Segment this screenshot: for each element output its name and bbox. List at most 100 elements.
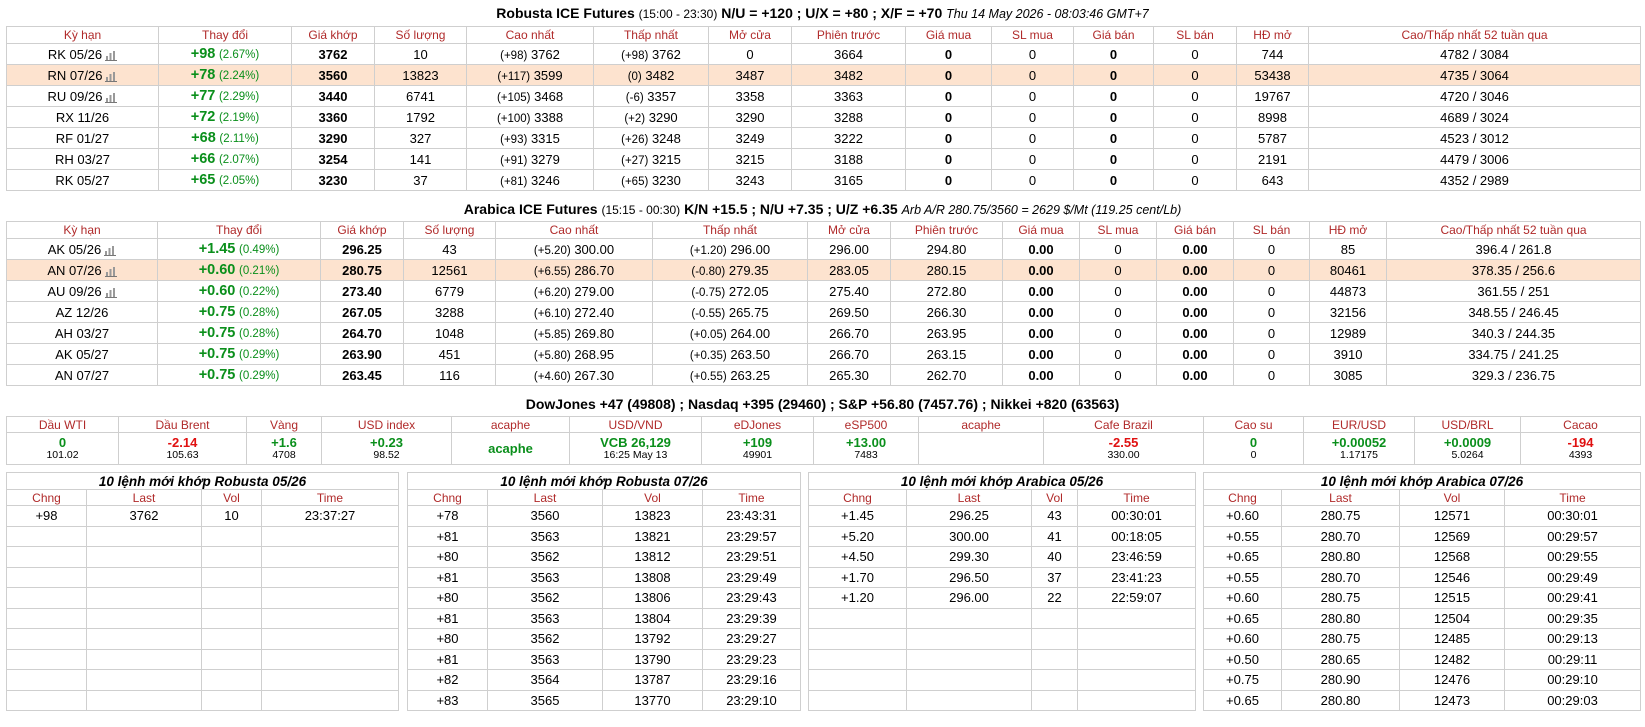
- market-cell[interactable]: -2.55 330.00: [1043, 432, 1204, 465]
- contract-term[interactable]: RK 05/27: [55, 173, 109, 188]
- ask-quantity: 0: [1191, 130, 1199, 146]
- market-price: 105.63: [166, 449, 199, 461]
- market-change: +0.00052: [1331, 435, 1387, 450]
- contract-term[interactable]: AN 07/26: [47, 263, 101, 278]
- futures-cell: 0: [1153, 85, 1237, 107]
- futures-cell: 0: [1073, 64, 1154, 86]
- contract-term[interactable]: AN 07/27: [55, 368, 109, 383]
- market-price: 101.02: [46, 449, 79, 461]
- market-cell[interactable]: +0.23 98.52: [321, 432, 452, 465]
- contract-term[interactable]: RK 05/26: [48, 47, 102, 62]
- open-interest: 32156: [1329, 304, 1367, 320]
- chart-icon[interactable]: [104, 245, 117, 256]
- contract-term[interactable]: RF 01/27: [56, 131, 109, 146]
- market-header: EUR/USD: [1303, 416, 1415, 433]
- high-change: (+105): [496, 91, 531, 104]
- market-change: 0: [1249, 435, 1258, 450]
- contract-term[interactable]: RX 11/26: [56, 110, 109, 125]
- futures-cell: 3230: [291, 169, 375, 191]
- bid-quantity: 0: [1114, 262, 1122, 278]
- futures-row[interactable]: AN 07/26 +0.60 (0.21%) 280.75 12561 (+6.55) …: [6, 259, 1641, 281]
- ask-price: 0: [1109, 88, 1118, 104]
- futures-row[interactable]: AN 07/27 +0.75 (0.29%) 263.45 116 (+4.60) 26…: [6, 364, 1641, 386]
- trade-cell: 13770: [602, 689, 703, 711]
- futures-cell: 3290: [708, 106, 792, 128]
- chart-icon[interactable]: [104, 266, 117, 277]
- chart-icon[interactable]: [105, 71, 118, 82]
- futures-cell: 334.75 / 241.25: [1386, 343, 1641, 365]
- range-52-week: 396.4 / 261.8: [1475, 241, 1552, 257]
- futures-row[interactable]: RN 07/26 +78 (2.24%) 3560 13823 (+117) 3599(…: [6, 64, 1641, 86]
- futures-cell: 0.00: [1156, 238, 1234, 260]
- market-cell[interactable]: acaphe: [451, 432, 570, 465]
- futures-row[interactable]: AK 05/27 +0.75 (0.29%) 263.90 451 (+5.80) 26…: [6, 343, 1641, 365]
- trade-cell: 3564: [487, 669, 603, 691]
- trades-column-header: Vol: [201, 489, 262, 506]
- futures-row[interactable]: AH 03/27 +0.75 (0.28%) 264.70 1048 (+5.85) 2…: [6, 322, 1641, 344]
- low-price: 3248: [651, 130, 681, 146]
- futures-row[interactable]: RX 11/26 +72 (2.19%) 3360 1792 (+100) 3388 (+…: [6, 106, 1641, 128]
- market-cell[interactable]: [918, 432, 1044, 465]
- contract-term[interactable]: AK 05/27: [55, 347, 109, 362]
- futures-cell: (-0.80) 279.35: [652, 259, 808, 281]
- futures-row[interactable]: RK 05/27 +65 (2.05%) 3230 37 (+81) 3246 (+65)…: [6, 169, 1641, 191]
- market-cell[interactable]: +1.6 4708: [246, 432, 322, 465]
- trade-cell: 23:46:59: [1076, 546, 1197, 568]
- futures-cell: (+0.35) 263.50: [652, 343, 808, 365]
- chart-icon[interactable]: [105, 50, 118, 61]
- futures-cell: 744: [1236, 43, 1309, 65]
- trade-cell-empty: [201, 628, 262, 650]
- trade-cell: 13808: [602, 566, 703, 588]
- ask-price: 0: [1109, 130, 1118, 146]
- market-cell[interactable]: 00: [1203, 432, 1304, 465]
- market-cell[interactable]: VCB 26,129 16:25 May 13: [569, 432, 702, 465]
- market-cell[interactable]: +13.00 7483: [813, 432, 919, 465]
- futures-row[interactable]: RK 05/26 +98 (2.67%) 3762 10 (+98) 3762 (+98)…: [6, 43, 1641, 65]
- market-cell[interactable]: +0.00052 1.17175: [1303, 432, 1415, 465]
- previous-close: 272.80: [926, 283, 967, 299]
- trade-cell: 12546: [1399, 566, 1505, 588]
- futures-cell: 53438: [1236, 64, 1309, 86]
- contract-term[interactable]: RH 03/27: [55, 152, 110, 167]
- market-cell[interactable]: 0 101.02: [6, 432, 119, 465]
- futures-row[interactable]: RF 01/27 +68 (2.11%) 3290 327 (+93) 3315 (+26…: [6, 127, 1641, 149]
- high-change: (+6.55): [533, 265, 571, 278]
- market-cell[interactable]: -194 4393: [1520, 432, 1641, 465]
- column-header: Số lượng: [374, 26, 467, 44]
- chart-icon[interactable]: [104, 287, 117, 298]
- contract-term[interactable]: RU 09/26: [48, 89, 103, 104]
- bid-quantity: 0: [1114, 346, 1122, 362]
- high-change: (+5.20): [533, 244, 571, 257]
- futures-row[interactable]: AZ 12/26 +0.75 (0.28%) 267.05 3288 (+6.10) 2…: [6, 301, 1641, 323]
- futures-row[interactable]: AU 09/26 +0.60 (0.22%) 273.40 6779 (+6.20) 2…: [6, 280, 1641, 302]
- bid-price: 0: [944, 46, 953, 62]
- trade-cell-empty: [261, 566, 399, 588]
- market-cell[interactable]: +109 49901: [701, 432, 814, 465]
- open-interest: 12989: [1329, 325, 1367, 341]
- futures-cell: 264.70: [320, 322, 404, 344]
- chart-icon[interactable]: [105, 92, 118, 103]
- market-cell[interactable]: -2.14 105.63: [118, 432, 247, 465]
- trade-cell-empty: [201, 607, 262, 629]
- last-price: 3762: [318, 46, 348, 62]
- market-cell[interactable]: +0.0009 5.0264: [1414, 432, 1521, 465]
- low-price: 3215: [651, 151, 681, 167]
- contract-term[interactable]: AH 03/27: [55, 326, 109, 341]
- futures-row[interactable]: RH 03/27 +66 (2.07%) 3254 141 (+91) 3279 (+27…: [6, 148, 1641, 170]
- bid-quantity: 0: [1114, 241, 1122, 257]
- futures-row[interactable]: AK 05/26 +1.45 (0.49%) 296.25 43 (+5.20) 300…: [6, 238, 1641, 260]
- last-price: 3440: [318, 88, 348, 104]
- market-header: Vàng: [246, 416, 322, 433]
- futures-cell: 378.35 / 256.6: [1386, 259, 1641, 281]
- trades-column-header: Last: [86, 489, 202, 506]
- futures-cell: 361.55 / 251: [1386, 280, 1641, 302]
- trade-cell-empty: [1031, 648, 1078, 670]
- column-header: Giá bán: [1156, 221, 1234, 239]
- futures-row[interactable]: RU 09/26 +77 (2.29%) 3440 6741 (+105) 3468 (-…: [6, 85, 1641, 107]
- contract-term[interactable]: RN 07/26: [48, 68, 103, 83]
- contract-term[interactable]: AU 09/26: [47, 284, 101, 299]
- change-value: +0.75: [198, 304, 236, 320]
- contract-term[interactable]: AZ 12/26: [56, 305, 109, 320]
- contract-term[interactable]: AK 05/26: [48, 242, 102, 257]
- futures-cell: 327: [374, 127, 467, 149]
